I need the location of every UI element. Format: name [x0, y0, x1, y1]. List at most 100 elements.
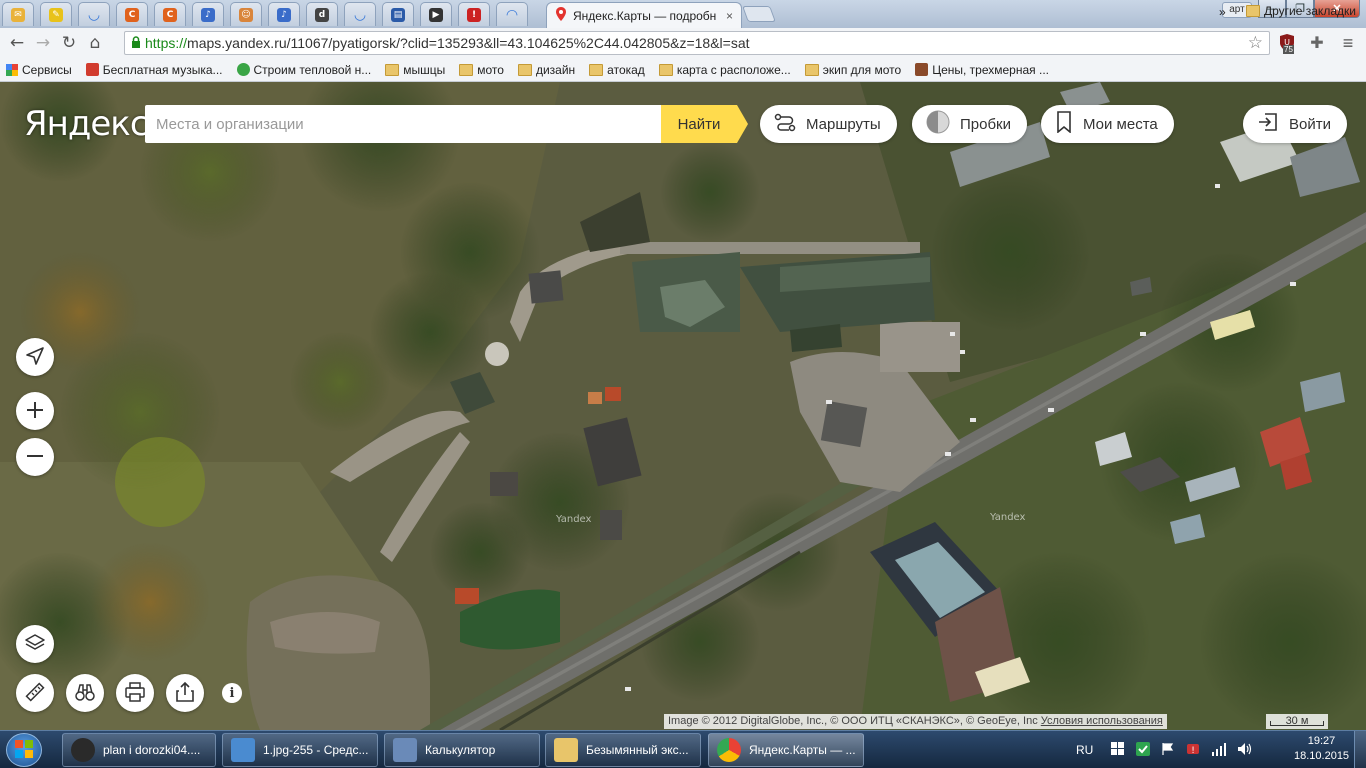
browser-tab[interactable]: ✉ — [2, 2, 34, 26]
taskbar-label: Калькулятор — [425, 743, 496, 757]
bookmark-item[interactable]: Строим тепловой н... — [236, 62, 372, 77]
layers-button[interactable] — [16, 625, 54, 663]
traffic-button[interactable]: Пробки — [912, 105, 1027, 143]
forward-icon[interactable]: → — [30, 30, 56, 56]
clock-time: 19:27 — [1307, 735, 1336, 747]
zoom-in-button[interactable] — [16, 392, 54, 430]
printer-icon — [124, 681, 146, 706]
address-bar[interactable]: https://maps.yandex.ru/11067/pyatigorsk/… — [124, 31, 1270, 55]
ruler-button[interactable] — [16, 674, 54, 712]
new-tab-button[interactable] — [742, 6, 776, 22]
browser-tab[interactable]: ♪ — [268, 2, 300, 26]
extension-badge: 75 — [1283, 45, 1294, 54]
reload-icon[interactable]: ↻ — [56, 30, 82, 56]
music-icon: ♪ — [277, 7, 291, 22]
bookmark-item[interactable]: карта с расположе... — [658, 63, 791, 77]
locate-me-button[interactable] — [16, 338, 54, 376]
signal-icon[interactable] — [1211, 742, 1227, 759]
bookmark-label: мото — [477, 62, 504, 77]
security-check-icon[interactable] — [1135, 741, 1151, 760]
browser-tab[interactable]: ◡ — [344, 2, 376, 26]
taskbar-button[interactable]: Безымянный экс... — [545, 733, 701, 767]
start-button[interactable] — [6, 733, 42, 767]
tab-yandex-maps[interactable]: Яндекс.Карты — подробн × — [546, 2, 742, 28]
satellite-map[interactable]: Yandex Yandex Яндекс Найти Маршруты Проб… — [0, 82, 1366, 730]
panorama-button[interactable] — [66, 674, 104, 712]
ublock-extension-icon[interactable]: U 75 — [1276, 32, 1298, 54]
antivirus-icon[interactable]: ! — [1185, 741, 1201, 760]
browser-tab[interactable]: ◠ — [496, 2, 528, 26]
share-icon — [174, 681, 196, 706]
info-button[interactable]: i — [222, 683, 242, 703]
folder-icon — [589, 63, 604, 76]
my-places-button[interactable]: Мои места — [1041, 105, 1174, 143]
bookmark-label: Строим тепловой н... — [253, 62, 372, 77]
back-icon[interactable]: ← — [4, 30, 30, 56]
login-button[interactable]: Войти — [1243, 105, 1347, 143]
browser-tab[interactable]: ◡ — [78, 2, 110, 26]
search-box[interactable] — [145, 105, 661, 143]
map-pin-icon — [555, 7, 567, 24]
clock-date: 18.10.2015 — [1294, 750, 1350, 762]
bookmark-star-icon[interactable]: ☆ — [1248, 33, 1263, 53]
bookmark-item[interactable]: дизайн — [517, 63, 575, 77]
taskbar-button[interactable]: Яндекс.Карты — ... — [708, 733, 864, 767]
bookmark-item[interactable]: атокад — [589, 63, 645, 77]
terms-link[interactable]: Условия использования — [1041, 715, 1163, 727]
browser-tab[interactable]: d — [306, 2, 338, 26]
map-watermark: Yandex — [990, 512, 1026, 523]
share-button[interactable] — [166, 674, 204, 712]
bookmark-label: Бесплатная музыка... — [102, 62, 223, 77]
browser-title-bar: ✉ ✎ ◡ C C ♪ ☺ ♪ d ◡ ▤ ▶! ◠ Яндекс.Карты — подробн × … — [0, 0, 1366, 28]
taskbar-button[interactable]: 1.jpg-255 - Средс... — [222, 733, 378, 767]
clock[interactable]: 19:27 18.10.2015 — [1294, 734, 1349, 764]
bookmark-item[interactable]: мото — [459, 63, 504, 77]
print-button[interactable] — [116, 674, 154, 712]
scale-bar — [1270, 721, 1324, 726]
bookmark-label: экип для мото — [822, 62, 902, 77]
bookmark-item[interactable]: мышцы — [385, 63, 445, 77]
action-center-flag-icon[interactable] — [1161, 742, 1175, 759]
loading-icon: ◠ — [506, 6, 518, 23]
routes-button[interactable]: Маршруты — [760, 105, 897, 143]
login-icon — [1257, 111, 1279, 137]
other-bookmarks[interactable]: Другие закладки — [1246, 4, 1356, 18]
yandex-logo[interactable]: Яндекс — [24, 104, 149, 144]
search-input[interactable] — [156, 115, 661, 133]
bookmark-item[interactable]: экип для мото — [804, 62, 902, 77]
home-icon[interactable]: ⌂ — [82, 30, 108, 56]
browser-tab[interactable]: C — [116, 2, 148, 26]
bookmark-item[interactable]: Бесплатная музыка... — [85, 62, 223, 77]
bookmark-item[interactable]: Цены, трехмерная ... — [915, 63, 1049, 77]
show-desktop-button[interactable] — [1354, 731, 1366, 768]
zoom-out-button[interactable] — [16, 438, 54, 476]
volume-icon[interactable] — [1237, 742, 1253, 759]
browser-tab[interactable]: ▶ — [420, 2, 452, 26]
windows-flag-icon[interactable] — [1111, 741, 1125, 759]
browser-tab[interactable]: ! — [458, 2, 490, 26]
map-watermark: Yandex — [556, 514, 592, 525]
browser-tab[interactable]: ✎ — [40, 2, 72, 26]
bookmark-item[interactable]: Сервисы — [6, 63, 72, 77]
taskbar-button[interactable]: plan i dorozki04.... — [62, 733, 216, 767]
browser-tab[interactable]: ☺ — [230, 2, 262, 26]
find-button[interactable]: Найти — [661, 105, 737, 143]
satellite-imagery[interactable] — [0, 82, 1366, 730]
taskbar-button[interactable]: Калькулятор — [384, 733, 540, 767]
tab-close-icon[interactable]: × — [726, 9, 733, 23]
calculator-icon: ▤ — [391, 7, 405, 22]
puzzle-extension-icon[interactable]: ✚ — [1306, 32, 1328, 54]
folder-icon — [517, 63, 532, 76]
browser-tab[interactable]: ♪ — [192, 2, 224, 26]
bookmark-label: мышцы — [403, 62, 446, 77]
bookmarks-more-button[interactable]: » — [1219, 5, 1226, 19]
language-indicator[interactable]: RU — [1076, 743, 1093, 757]
menu-icon[interactable]: ≡ — [1336, 32, 1360, 54]
url-text: maps.yandex.ru/11067/pyatigorsk/?clid=13… — [187, 35, 750, 51]
browser-tab[interactable]: C — [154, 2, 186, 26]
app-icon — [71, 738, 95, 762]
dark-app-icon: d — [315, 7, 329, 22]
browser-tab[interactable]: ▤ — [382, 2, 414, 26]
loading-icon: ◡ — [354, 6, 366, 23]
folder-icon — [459, 63, 474, 76]
